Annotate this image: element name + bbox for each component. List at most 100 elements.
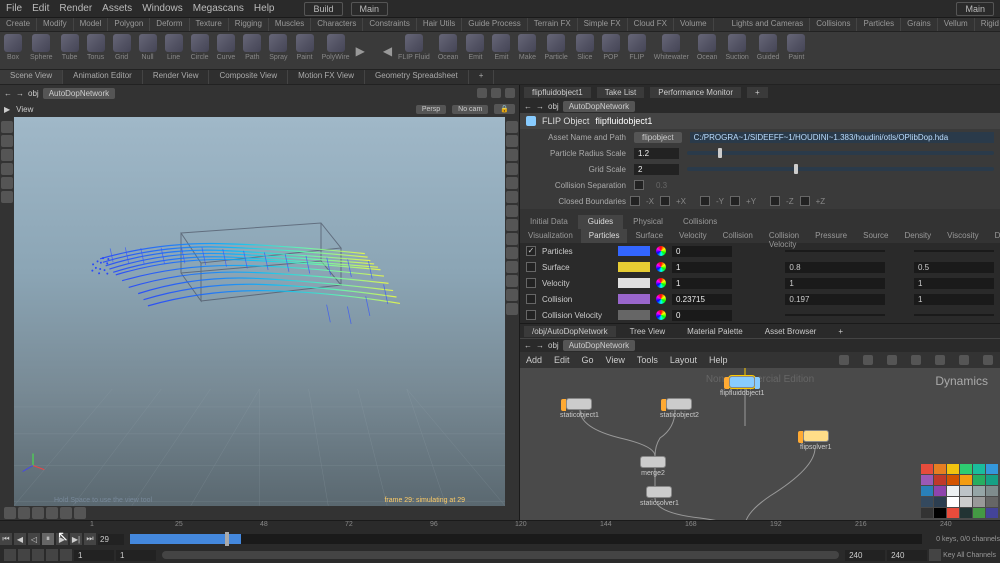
shelf-tab[interactable]: Collisions (810, 18, 857, 31)
shelf-tool[interactable]: Spray (265, 32, 291, 69)
param-checkbox[interactable] (700, 196, 710, 206)
param-subtab[interactable]: Viscosity (939, 229, 986, 243)
palette-color[interactable] (973, 475, 985, 485)
viz-color-swatch[interactable] (618, 278, 650, 288)
palette-color[interactable] (934, 508, 946, 518)
viz-color-swatch[interactable] (618, 262, 650, 272)
param-checkbox[interactable] (730, 196, 740, 206)
palette-color[interactable] (947, 464, 959, 474)
param-checkbox[interactable] (800, 196, 810, 206)
viz-value-input[interactable]: 0.197 (785, 294, 885, 305)
palette-color[interactable] (921, 497, 933, 507)
viewport-3d[interactable]: Hold Space to use the view tool frame 29… (14, 117, 505, 506)
shelf-tab[interactable]: Polygon (108, 18, 150, 31)
palette-color[interactable] (986, 508, 998, 518)
shelf-tool[interactable]: Paint (783, 32, 809, 69)
tool-icon[interactable] (4, 507, 16, 519)
viz-value-input[interactable]: 0.23715 (672, 294, 732, 305)
shelf-tab[interactable]: Rigging (229, 18, 269, 31)
net-menu-item[interactable]: Edit (554, 355, 570, 365)
select-tool-icon[interactable] (1, 121, 13, 133)
param-subtab[interactable]: Density (896, 229, 939, 243)
palette-color[interactable] (921, 475, 933, 485)
range-start-input2[interactable]: 1 (116, 550, 156, 561)
network-path[interactable]: AutoDopNetwork (563, 340, 635, 351)
param-subtab[interactable]: Pressure (807, 229, 855, 243)
net-menu-item[interactable]: Help (709, 355, 728, 365)
pause-button[interactable]: ⏸ (42, 533, 54, 545)
net-tool-icon[interactable] (959, 355, 969, 365)
shelf-tool[interactable]: Ocean (434, 32, 463, 69)
shelf-tool[interactable]: Particle (540, 32, 571, 69)
viz-value-input[interactable]: 1 (914, 278, 994, 289)
play-forward-button[interactable]: ▶ (56, 533, 68, 545)
shelf-tool[interactable]: FLIP (624, 32, 650, 69)
pane-tab-motion[interactable]: Motion FX View (288, 70, 365, 84)
viz-value-input[interactable] (914, 250, 994, 252)
pin-icon[interactable] (477, 88, 487, 98)
realtime-icon[interactable] (4, 549, 16, 561)
params-tab[interactable]: flipfluidobject1 (524, 87, 591, 98)
timeline-track[interactable] (130, 534, 922, 544)
palette-color[interactable] (986, 475, 998, 485)
palette-color[interactable] (921, 508, 933, 518)
current-frame-input[interactable]: 29 (98, 534, 124, 545)
net-menu-item[interactable]: Go (582, 355, 594, 365)
viz-value-input[interactable]: 0 (672, 310, 732, 321)
param-value-input[interactable]: 1.2 (634, 148, 679, 159)
shelf-tool[interactable]: PolyWire (318, 32, 354, 69)
shelf-tab[interactable]: Muscles (269, 18, 311, 31)
pane-tab-geo[interactable]: Geometry Spreadsheet (365, 70, 469, 84)
palette-color[interactable] (960, 497, 972, 507)
snap-tool-icon[interactable] (1, 191, 13, 203)
menu-windows[interactable]: Windows (142, 3, 183, 14)
menu-render[interactable]: Render (59, 3, 92, 14)
palette-color[interactable] (960, 475, 972, 485)
node-flipsolver[interactable]: flipsolver1 (800, 430, 832, 451)
viz-checkbox[interactable] (526, 294, 536, 304)
viz-value-input[interactable] (785, 314, 885, 316)
net-tool-icon[interactable] (983, 355, 993, 365)
node-staticobject2[interactable]: staticobject2 (660, 398, 699, 419)
shelf-tool[interactable]: Paint (292, 32, 318, 69)
play-back-button[interactable]: ◁ (28, 533, 40, 545)
pane-tab-anim[interactable]: Animation Editor (63, 70, 143, 84)
palette-color[interactable] (934, 497, 946, 507)
net-tab[interactable]: Material Palette (679, 326, 751, 337)
tool-icon[interactable] (506, 261, 518, 273)
net-tab[interactable]: + (830, 326, 851, 337)
wireframe-icon[interactable] (506, 135, 518, 147)
color-wheel-icon[interactable] (656, 294, 666, 304)
loop-icon[interactable] (18, 549, 30, 561)
net-tab[interactable]: /obj/AutoDopNetwork (524, 326, 616, 337)
palette-color[interactable] (986, 497, 998, 507)
tool-icon[interactable] (506, 247, 518, 259)
next-frame-button[interactable]: ▶| (70, 533, 82, 545)
param-tab[interactable]: Physical (623, 215, 673, 229)
tool-icon[interactable] (506, 289, 518, 301)
net-tool-icon[interactable] (887, 355, 897, 365)
shelf-tool[interactable]: Suction (721, 32, 752, 69)
menu-edit[interactable]: Edit (32, 3, 49, 14)
shelf-tab[interactable]: Constraints (363, 18, 416, 31)
viz-color-swatch[interactable] (618, 310, 650, 320)
desktop-build[interactable]: Build (304, 2, 342, 16)
menu-file[interactable]: File (6, 3, 22, 14)
range-slider[interactable] (162, 551, 839, 559)
menu-assets[interactable]: Assets (102, 3, 132, 14)
asset-name-tab[interactable]: flipobject (634, 132, 682, 143)
net-tool-icon[interactable] (839, 355, 849, 365)
param-value-input[interactable]: 2 (634, 164, 679, 175)
viz-value-input[interactable]: 1 (914, 294, 994, 305)
param-checkbox[interactable] (770, 196, 780, 206)
tool-icon[interactable] (60, 507, 72, 519)
palette-color[interactable] (960, 508, 972, 518)
color-wheel-icon[interactable] (656, 278, 666, 288)
params-tab[interactable]: Performance Monitor (650, 87, 741, 98)
net-tool-icon[interactable] (935, 355, 945, 365)
tool-icon[interactable] (18, 507, 30, 519)
tool-icon[interactable] (506, 303, 518, 315)
viz-value-input[interactable]: 0 (672, 246, 732, 257)
tool-icon[interactable] (506, 219, 518, 231)
first-frame-button[interactable]: ⏮ (0, 533, 12, 545)
